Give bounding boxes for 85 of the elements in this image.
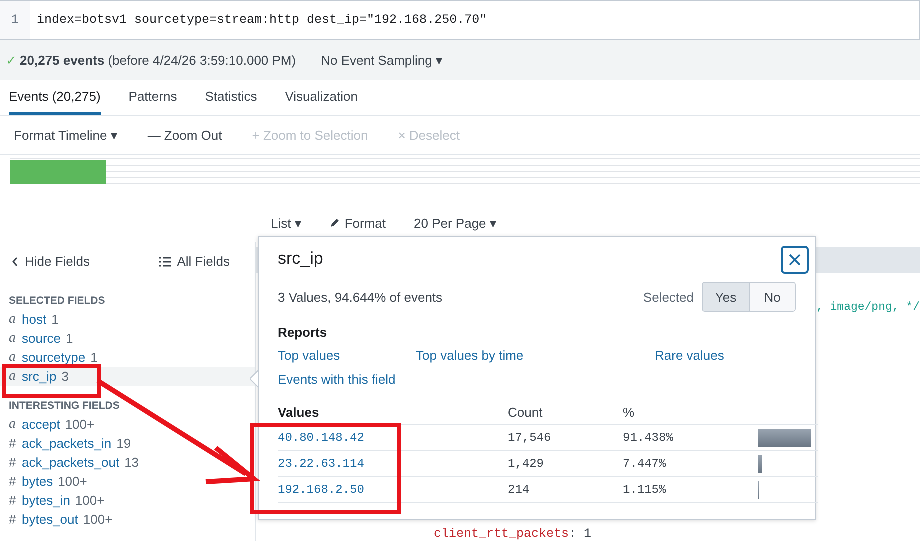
search-field[interactable]: 1 index=botsv1 sourcetype=stream:http dest_ip="192.168.250.70" (0, 0, 920, 40)
field-item[interactable]: a host 1 (0, 310, 255, 329)
field-name: bytes_out (22, 512, 78, 527)
field-count: 1 (66, 331, 74, 346)
sampling-dropdown[interactable]: No Event Sampling ▾ (321, 52, 443, 68)
event-field: client_rtt_packets: 1 (256, 527, 920, 541)
field-count: 1 (52, 312, 59, 327)
tab[interactable]: Patterns (128, 80, 178, 115)
column-header: % (623, 400, 758, 425)
field-item[interactable]: # bytes_out 100+ (0, 510, 255, 529)
format-button[interactable]: Format (330, 216, 386, 230)
event-text: , image/png, */ (816, 301, 920, 314)
field-name: src_ip (22, 369, 57, 384)
tab[interactable]: Events (20,275) (9, 80, 101, 115)
report-link[interactable]: Events with this field (278, 372, 416, 387)
field-count: 100+ (65, 417, 95, 432)
hide-fields-button[interactable]: Hide Fields (12, 254, 90, 269)
timeline-button[interactable]: Format Timeline ▾ (14, 128, 118, 142)
field-item[interactable]: a source 1 (0, 329, 255, 348)
field-item[interactable]: # ack_packets_out 13 (0, 453, 255, 472)
table-cell: 1,429 (508, 451, 623, 477)
selected-label: Selected (643, 290, 694, 304)
field-name: ack_packets_in (22, 436, 112, 451)
toggle-option[interactable]: No (749, 283, 795, 311)
field-type: a (9, 330, 17, 346)
field-type: # (9, 455, 17, 470)
field-type: # (9, 474, 17, 489)
list-icon (159, 256, 172, 266)
field-name: ack_packets_out (22, 455, 120, 470)
value-summary: 3 Values, 94.644% of events (278, 290, 444, 304)
dropdown-button[interactable]: 20 Per Page ▾ (414, 216, 497, 230)
field-name: sourcetype (22, 350, 86, 365)
report-link[interactable]: Top values (278, 348, 416, 363)
all-fields-button[interactable]: All Fields (159, 254, 230, 269)
table-cell: 17,546 (508, 425, 623, 451)
close-button[interactable] (781, 246, 809, 274)
field-type: # (9, 512, 17, 527)
field-count: 100+ (75, 493, 105, 508)
field-item[interactable]: a sourcetype 1 (0, 348, 255, 367)
field-item[interactable]: # bytes_in 100+ (0, 491, 255, 510)
section-heading: INTERESTING FIELDS (8, 399, 121, 414)
pencil-icon (330, 218, 340, 228)
field-name: source (22, 331, 62, 346)
chevron-left-icon (12, 256, 19, 266)
field-name: bytes_in (22, 493, 70, 508)
field-type: a (9, 312, 17, 328)
field-item[interactable]: a src_ip 3 (0, 367, 255, 386)
close-icon (789, 254, 801, 266)
search-query: index=botsv1 sourcetype=stream:http dest_ip="192.168.250.70" (36, 13, 488, 27)
field-count: 3 (62, 369, 69, 384)
field-count: 13 (124, 455, 140, 470)
column-header: Values (278, 400, 508, 425)
table-cell: 214 (508, 477, 623, 503)
field-name: bytes (22, 474, 54, 489)
popover-title: src_ip (278, 249, 324, 269)
field-count: 100+ (58, 474, 88, 489)
check-icon: ✓ (6, 52, 17, 68)
value-link[interactable]: 23.22.63.114 (278, 456, 364, 470)
tab[interactable]: Visualization (285, 80, 358, 115)
field-item[interactable]: a accept 100+ (0, 415, 255, 434)
field-type: a (9, 416, 17, 432)
field-item[interactable]: # bytes 100+ (0, 472, 255, 491)
field-count: 100+ (83, 512, 113, 527)
section-heading: SELECTED FIELDS (8, 294, 106, 309)
toggle-option[interactable]: Yes (703, 283, 749, 311)
dropdown-button[interactable]: List ▾ (271, 216, 302, 230)
event-count: 20,275 events (before 4/24/26 3:59:10.000 PM) (20, 52, 296, 68)
timeline-button[interactable]: — Zoom Out (148, 128, 222, 142)
field-type: # (9, 493, 17, 508)
line-number: 1 (0, 1, 30, 39)
column-header: Count (508, 400, 623, 425)
report-link[interactable]: Rare values (655, 348, 803, 363)
field-name: host (22, 312, 47, 327)
reports-heading: Reports (278, 325, 328, 340)
field-type: a (9, 350, 17, 366)
field-type: # (9, 436, 17, 451)
value-link[interactable]: 192.168.2.50 (278, 482, 364, 496)
field-item[interactable]: # ack_packets_in 19 (0, 434, 255, 453)
field-count: 1 (90, 350, 98, 365)
report-link[interactable]: Top values by time (416, 348, 655, 363)
field-type: a (9, 368, 17, 384)
field-name: accept (22, 417, 60, 432)
field-count: 19 (116, 436, 132, 451)
value-link[interactable]: 40.80.148.42 (278, 430, 364, 444)
tab[interactable]: Statistics (205, 80, 258, 115)
